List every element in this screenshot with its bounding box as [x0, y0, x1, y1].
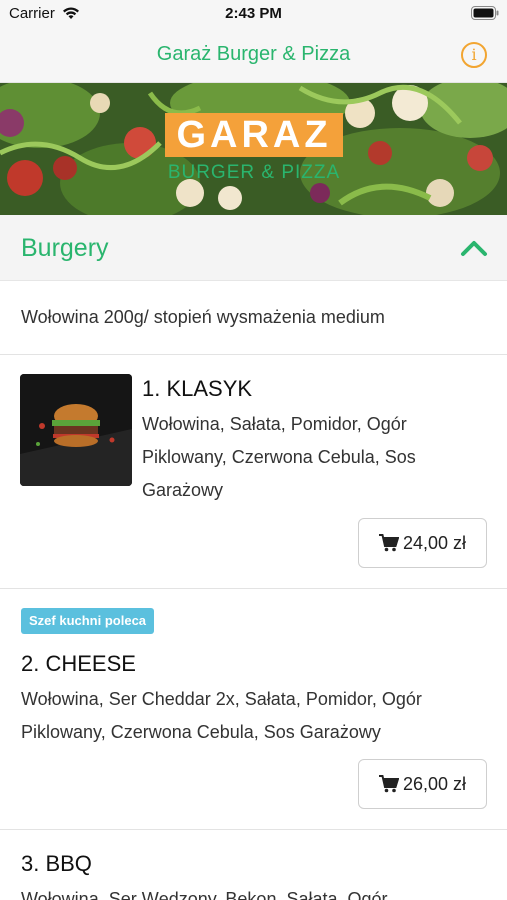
page-title: Garaż Burger & Pizza: [156, 43, 351, 65]
item-description-line: Wołowina, Sałata, Pomidor, Ogór: [142, 414, 407, 434]
cart-icon: [378, 534, 399, 552]
item-description-line: Garażowy: [142, 480, 224, 500]
battery-icon: [471, 6, 499, 20]
recommended-badge: Szef kuchni poleca: [21, 608, 155, 634]
cart-icon: [378, 775, 399, 793]
category-title: Burgery: [21, 234, 109, 262]
add-to-cart-button[interactable]: 26,00 zł: [357, 759, 487, 809]
brand-logo: GARAZ: [176, 114, 332, 156]
status-bar: Carrier 2:43 PM: [0, 0, 507, 27]
item-description-line: Piklowany, Czerwona Cebula, Sos Garażowy: [21, 722, 381, 742]
item-title: 2. CHEESE: [21, 651, 136, 676]
divider: [0, 588, 507, 589]
brand-logo-subtitle: BURGER & PIZZA: [167, 162, 341, 183]
chevron-up-icon[interactable]: [460, 238, 488, 258]
item-description-line: Piklowany, Czerwona Cebula, Sos: [142, 447, 416, 467]
item-description-line: Wołowina, Ser Cheddar 2x, Sałata, Pomido…: [21, 689, 422, 709]
divider: [0, 354, 507, 355]
info-icon[interactable]: i: [461, 42, 487, 68]
item-title: 1. KLASYK: [142, 376, 253, 401]
category-header-burgery[interactable]: Burgery: [0, 215, 507, 281]
item-thumbnail[interactable]: [20, 374, 132, 486]
item-title: 3. BBQ: [21, 851, 92, 876]
item-price: 24,00 zł: [402, 532, 466, 553]
clock: 2:43 PM: [225, 5, 282, 22]
navigation-bar: Garaż Burger & Pizza i: [0, 27, 507, 83]
item-price: 26,00 zł: [402, 773, 466, 794]
add-to-cart-button[interactable]: 24,00 zł: [357, 518, 487, 568]
hero-banner: GARAZ BURGER & PIZZA: [0, 83, 507, 215]
divider: [0, 829, 507, 830]
category-description: Wołowina 200g/ stopień wysmażenia medium: [21, 307, 385, 327]
item-description-line: Wołowina, Ser Wędzony, Bekon, Sałata, Og…: [21, 889, 388, 900]
